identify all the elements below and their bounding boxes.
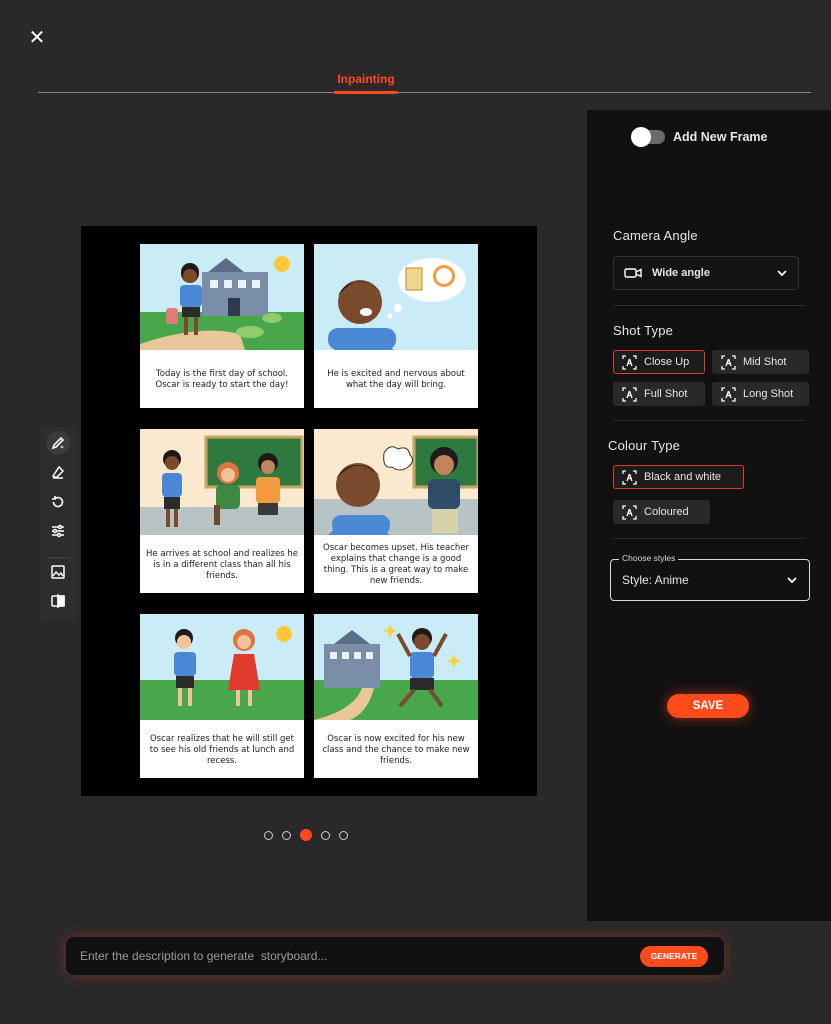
chip-label: Black and white (644, 471, 722, 483)
shot-mid-shot-chip[interactable]: Mid Shot (712, 350, 809, 374)
storyboard-panel-1[interactable]: Today is the first day of school. Oscar … (140, 244, 304, 408)
camera-angle-value: Wide angle (652, 267, 710, 279)
rotate-icon (52, 496, 64, 508)
prompt-bar: GENERATE (66, 937, 724, 975)
panel-illustration (140, 614, 304, 720)
frame-person-icon (721, 386, 736, 402)
section-divider (613, 305, 805, 306)
panel-caption: Today is the first day of school. Oscar … (155, 369, 289, 390)
save-button[interactable]: SAVE (667, 694, 749, 718)
camera-angle-select[interactable]: Wide angle (613, 256, 799, 290)
section-divider (613, 538, 805, 539)
sliders-icon (52, 524, 64, 538)
edit-toolbar (40, 427, 76, 621)
pencil-sparkle-tool[interactable] (46, 431, 70, 455)
storyboard-panel-4[interactable]: Oscar becomes upset. His teacher explain… (314, 429, 478, 593)
style-select-value: Style: Anime (622, 573, 689, 587)
chip-label: Coloured (644, 506, 689, 518)
panel-illustration (314, 614, 478, 720)
tab-divider (38, 92, 811, 93)
settings-panel: Add New Frame Camera Angle Wide angle Sh… (587, 110, 831, 921)
frame-person-icon (622, 386, 637, 402)
storyboard-panel-3[interactable]: He arrives at school and realizes he is … (140, 429, 304, 593)
image-tool[interactable] (46, 560, 70, 584)
colour-type-title: Colour Type (608, 438, 681, 453)
colour-coloured-chip[interactable]: Coloured (613, 500, 710, 524)
shot-long-shot-chip[interactable]: Long Shot (712, 382, 809, 406)
tab-active-indicator (334, 91, 398, 94)
chip-label: Close Up (644, 356, 690, 368)
generate-button[interactable]: GENERATE (640, 946, 708, 967)
chip-label: Long Shot (743, 388, 794, 400)
toolbar-divider (46, 557, 70, 558)
frame-person-icon (622, 354, 637, 370)
page-dot-4[interactable] (321, 830, 330, 840)
panel-caption: Oscar realizes that he will still get to… (149, 733, 295, 766)
close-button[interactable]: ✕ (26, 26, 48, 48)
add-frame-row: Add New Frame (631, 127, 768, 147)
tab-inpainting[interactable]: Inpainting (334, 72, 398, 86)
page-dot-2[interactable] (282, 830, 291, 840)
pencil-sparkle-icon (51, 436, 65, 450)
adjust-tool[interactable] (46, 519, 70, 543)
storyboard-panel-5[interactable]: Oscar realizes that he will still get to… (140, 614, 304, 778)
add-frame-label: Add New Frame (673, 130, 768, 144)
compare-icon (51, 594, 65, 608)
camera-angle-title: Camera Angle (613, 228, 698, 243)
page-dot-3[interactable] (300, 829, 312, 841)
camera-icon (624, 268, 642, 278)
section-divider (613, 420, 805, 421)
close-icon: ✕ (28, 25, 46, 49)
panel-illustration (314, 244, 478, 350)
panel-caption: He is excited and nervous about what the… (327, 369, 465, 390)
description-input[interactable] (80, 937, 620, 975)
shot-close-up-chip[interactable]: Close Up (613, 350, 705, 374)
frame-person-icon (622, 504, 637, 520)
panel-caption: Oscar becomes upset. His teacher explain… (323, 543, 469, 586)
style-select-legend: Choose styles (619, 553, 679, 563)
add-frame-toggle[interactable] (631, 127, 665, 147)
panel-illustration (314, 429, 478, 535)
style-select[interactable]: Choose styles Style: Anime (610, 553, 810, 601)
frame-person-icon (622, 469, 637, 485)
rotate-tool[interactable] (46, 490, 70, 514)
panel-caption: He arrives at school and realizes he is … (146, 548, 298, 581)
image-icon (51, 565, 65, 579)
storyboard-canvas[interactable]: Today is the first day of school. Oscar … (81, 226, 537, 796)
chip-label: Mid Shot (743, 356, 787, 368)
panel-caption: Oscar is now excited for his new class a… (322, 733, 470, 766)
chevron-down-icon (776, 267, 788, 279)
colour-black-white-chip[interactable]: Black and white (613, 465, 744, 489)
eraser-icon (52, 465, 65, 479)
page-dot-1[interactable] (264, 830, 273, 840)
page-pagination (264, 829, 348, 841)
storyboard-panel-2[interactable]: He is excited and nervous about what the… (314, 244, 478, 408)
chevron-down-icon (786, 574, 798, 586)
storyboard-panel-6[interactable]: Oscar is now excited for his new class a… (314, 614, 478, 778)
chip-label: Full Shot (644, 388, 688, 400)
panel-illustration (140, 429, 304, 535)
shot-type-title: Shot Type (613, 323, 674, 338)
panel-illustration (140, 244, 304, 350)
frame-person-icon (721, 354, 736, 370)
page-dot-5[interactable] (339, 830, 348, 840)
eraser-tool[interactable] (46, 460, 70, 484)
shot-full-shot-chip[interactable]: Full Shot (613, 382, 705, 406)
compare-tool[interactable] (46, 589, 70, 613)
